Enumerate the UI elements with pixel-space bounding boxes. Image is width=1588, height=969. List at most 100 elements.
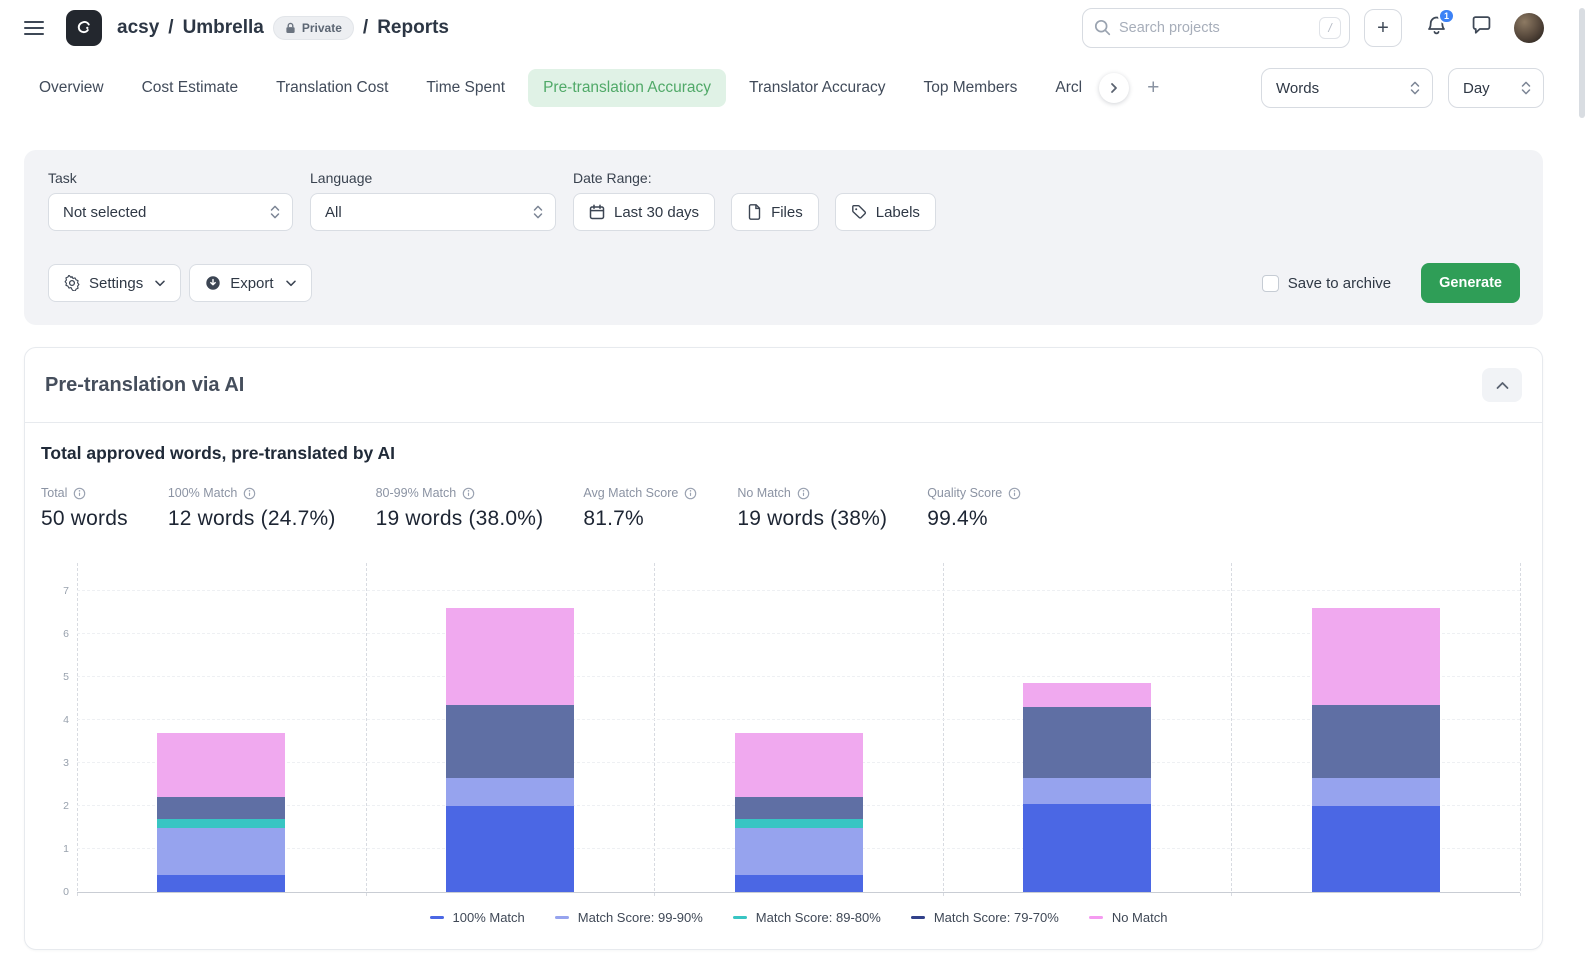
user-avatar[interactable] xyxy=(1514,13,1544,43)
tab-cost-estimate[interactable]: Cost Estimate xyxy=(127,69,253,107)
stat-value: 50 words xyxy=(41,507,128,531)
unit-select[interactable]: Words xyxy=(1261,68,1433,108)
y-axis-tick-label: 6 xyxy=(41,628,69,640)
stat-label-row: No Match xyxy=(737,486,887,500)
chart-plot: 01234567 xyxy=(77,563,1520,893)
stat-label: No Match xyxy=(737,486,791,500)
messages-button[interactable] xyxy=(1471,15,1492,41)
bar-segment-match-score-99-90[interactable] xyxy=(157,828,285,875)
bar-group-5[interactable] xyxy=(1312,608,1440,892)
task-label: Task xyxy=(48,170,293,186)
chevron-right-icon xyxy=(1108,82,1120,94)
legend-swatch xyxy=(911,916,925,919)
bar-group-1[interactable] xyxy=(157,733,285,892)
generate-button[interactable]: Generate xyxy=(1421,263,1520,303)
create-project-button[interactable]: + xyxy=(1364,9,1402,47)
notifications-button[interactable]: 1 xyxy=(1426,15,1447,42)
bar-segment-match-score-79-70[interactable] xyxy=(735,797,863,819)
hamburger-menu-icon[interactable] xyxy=(24,21,44,35)
files-filter-button[interactable]: Files xyxy=(731,193,819,231)
bar-segment-no-match[interactable] xyxy=(1023,683,1151,707)
tab-overview[interactable]: Overview xyxy=(24,69,119,107)
stats-row: Total50 words100% Match12 words (24.7%)8… xyxy=(41,486,1526,531)
stat-no-match: No Match19 words (38%) xyxy=(737,486,887,531)
bar-segment-100-match[interactable] xyxy=(1023,804,1151,892)
period-select[interactable]: Day xyxy=(1448,68,1544,108)
y-axis-tick-label: 1 xyxy=(41,843,69,855)
bar-segment-match-score-79-70[interactable] xyxy=(1312,705,1440,778)
bar-segment-match-score-79-70[interactable] xyxy=(446,705,574,778)
legend-swatch xyxy=(555,916,569,919)
bar-segment-match-score-99-90[interactable] xyxy=(1023,778,1151,804)
horizontal-gridline xyxy=(77,590,1520,591)
tab-translation-cost[interactable]: Translation Cost xyxy=(261,69,403,107)
breadcrumb-org[interactable]: acsy xyxy=(117,17,159,39)
bar-segment-100-match[interactable] xyxy=(157,875,285,892)
bar-segment-no-match[interactable] xyxy=(735,733,863,798)
bar-segment-no-match[interactable] xyxy=(157,733,285,798)
bar-group-2[interactable] xyxy=(446,608,574,892)
settings-button[interactable]: Settings xyxy=(48,264,181,302)
add-report-tab-button[interactable]: + xyxy=(1147,76,1159,100)
bar-segment-match-score-89-80[interactable] xyxy=(735,819,863,828)
chart-legend: 100% Match Match Score: 99-90% Match Score… xyxy=(77,910,1520,925)
save-to-archive-checkbox[interactable] xyxy=(1262,275,1279,292)
stat-label: Quality Score xyxy=(927,486,1002,500)
scrollbar-thumb[interactable] xyxy=(1579,8,1585,118)
chevron-down-icon xyxy=(286,280,296,287)
legend-item-match-score-99-90[interactable]: Match Score: 99-90% xyxy=(555,910,703,925)
breadcrumb-project[interactable]: Umbrella xyxy=(183,17,264,39)
stat-value: 19 words (38.0%) xyxy=(376,507,544,531)
y-axis-tick-label: 0 xyxy=(41,886,69,898)
tab-translator-accuracy[interactable]: Translator Accuracy xyxy=(734,69,900,107)
bar-segment-no-match[interactable] xyxy=(1312,608,1440,705)
labels-filter-button[interactable]: Labels xyxy=(835,193,936,231)
export-button-label: Export xyxy=(230,275,273,292)
info-icon xyxy=(243,487,256,500)
report-subtitle: Total approved words, pre-translated by … xyxy=(41,443,1526,464)
logo-glyph xyxy=(73,17,95,39)
language-field: Language All xyxy=(310,170,556,231)
bar-segment-100-match[interactable] xyxy=(446,806,574,892)
bar-segment-match-score-99-90[interactable] xyxy=(735,828,863,875)
tabs-scroll-right-button[interactable] xyxy=(1099,73,1129,103)
legend-item-match-score-89-80[interactable]: Match Score: 89-80% xyxy=(733,910,881,925)
report-tabs-bar: OverviewCost EstimateTranslation CostTim… xyxy=(0,56,1588,108)
legend-item-match-score-79-70[interactable]: Match Score: 79-70% xyxy=(911,910,1059,925)
top-bar: acsy / Umbrella Private / Reports / xyxy=(0,0,1588,56)
y-axis-tick-label: 4 xyxy=(41,714,69,726)
labels-button-label: Labels xyxy=(876,204,920,221)
stat-label: 80-99% Match xyxy=(376,486,457,500)
file-icon xyxy=(747,204,762,220)
bar-group-3[interactable] xyxy=(735,733,863,892)
bar-segment-100-match[interactable] xyxy=(735,875,863,892)
search-input[interactable] xyxy=(1082,8,1350,48)
bar-segment-100-match[interactable] xyxy=(1312,806,1440,892)
language-select[interactable]: All xyxy=(310,193,556,231)
app-logo[interactable] xyxy=(66,10,102,46)
bar-segment-match-score-79-70[interactable] xyxy=(157,797,285,819)
bar-segment-match-score-99-90[interactable] xyxy=(446,778,574,806)
legend-item-100-match[interactable]: 100% Match xyxy=(430,910,525,925)
bar-group-4[interactable] xyxy=(1023,683,1151,892)
tab-pre-translation-accuracy[interactable]: Pre-translation Accuracy xyxy=(528,69,726,107)
export-button[interactable]: Export xyxy=(189,264,311,302)
vertical-gridline xyxy=(654,563,655,896)
horizontal-gridline xyxy=(77,719,1520,720)
tab-time-spent[interactable]: Time Spent xyxy=(411,69,520,107)
legend-swatch xyxy=(430,916,444,919)
bar-segment-match-score-99-90[interactable] xyxy=(1312,778,1440,806)
task-select[interactable]: Not selected xyxy=(48,193,293,231)
info-icon xyxy=(1008,487,1021,500)
bar-segment-no-match[interactable] xyxy=(446,608,574,705)
save-to-archive-label: Save to archive xyxy=(1288,275,1391,292)
date-range-button[interactable]: Last 30 days xyxy=(573,193,715,231)
collapse-section-button[interactable] xyxy=(1482,368,1522,402)
tab-arcl[interactable]: Arcl xyxy=(1040,69,1097,107)
y-axis-tick-label: 2 xyxy=(41,800,69,812)
bar-segment-match-score-89-80[interactable] xyxy=(157,819,285,828)
bar-segment-match-score-79-70[interactable] xyxy=(1023,707,1151,778)
vertical-gridline xyxy=(1231,563,1232,896)
legend-item-no-match[interactable]: No Match xyxy=(1089,910,1168,925)
tab-top-members[interactable]: Top Members xyxy=(908,69,1032,107)
